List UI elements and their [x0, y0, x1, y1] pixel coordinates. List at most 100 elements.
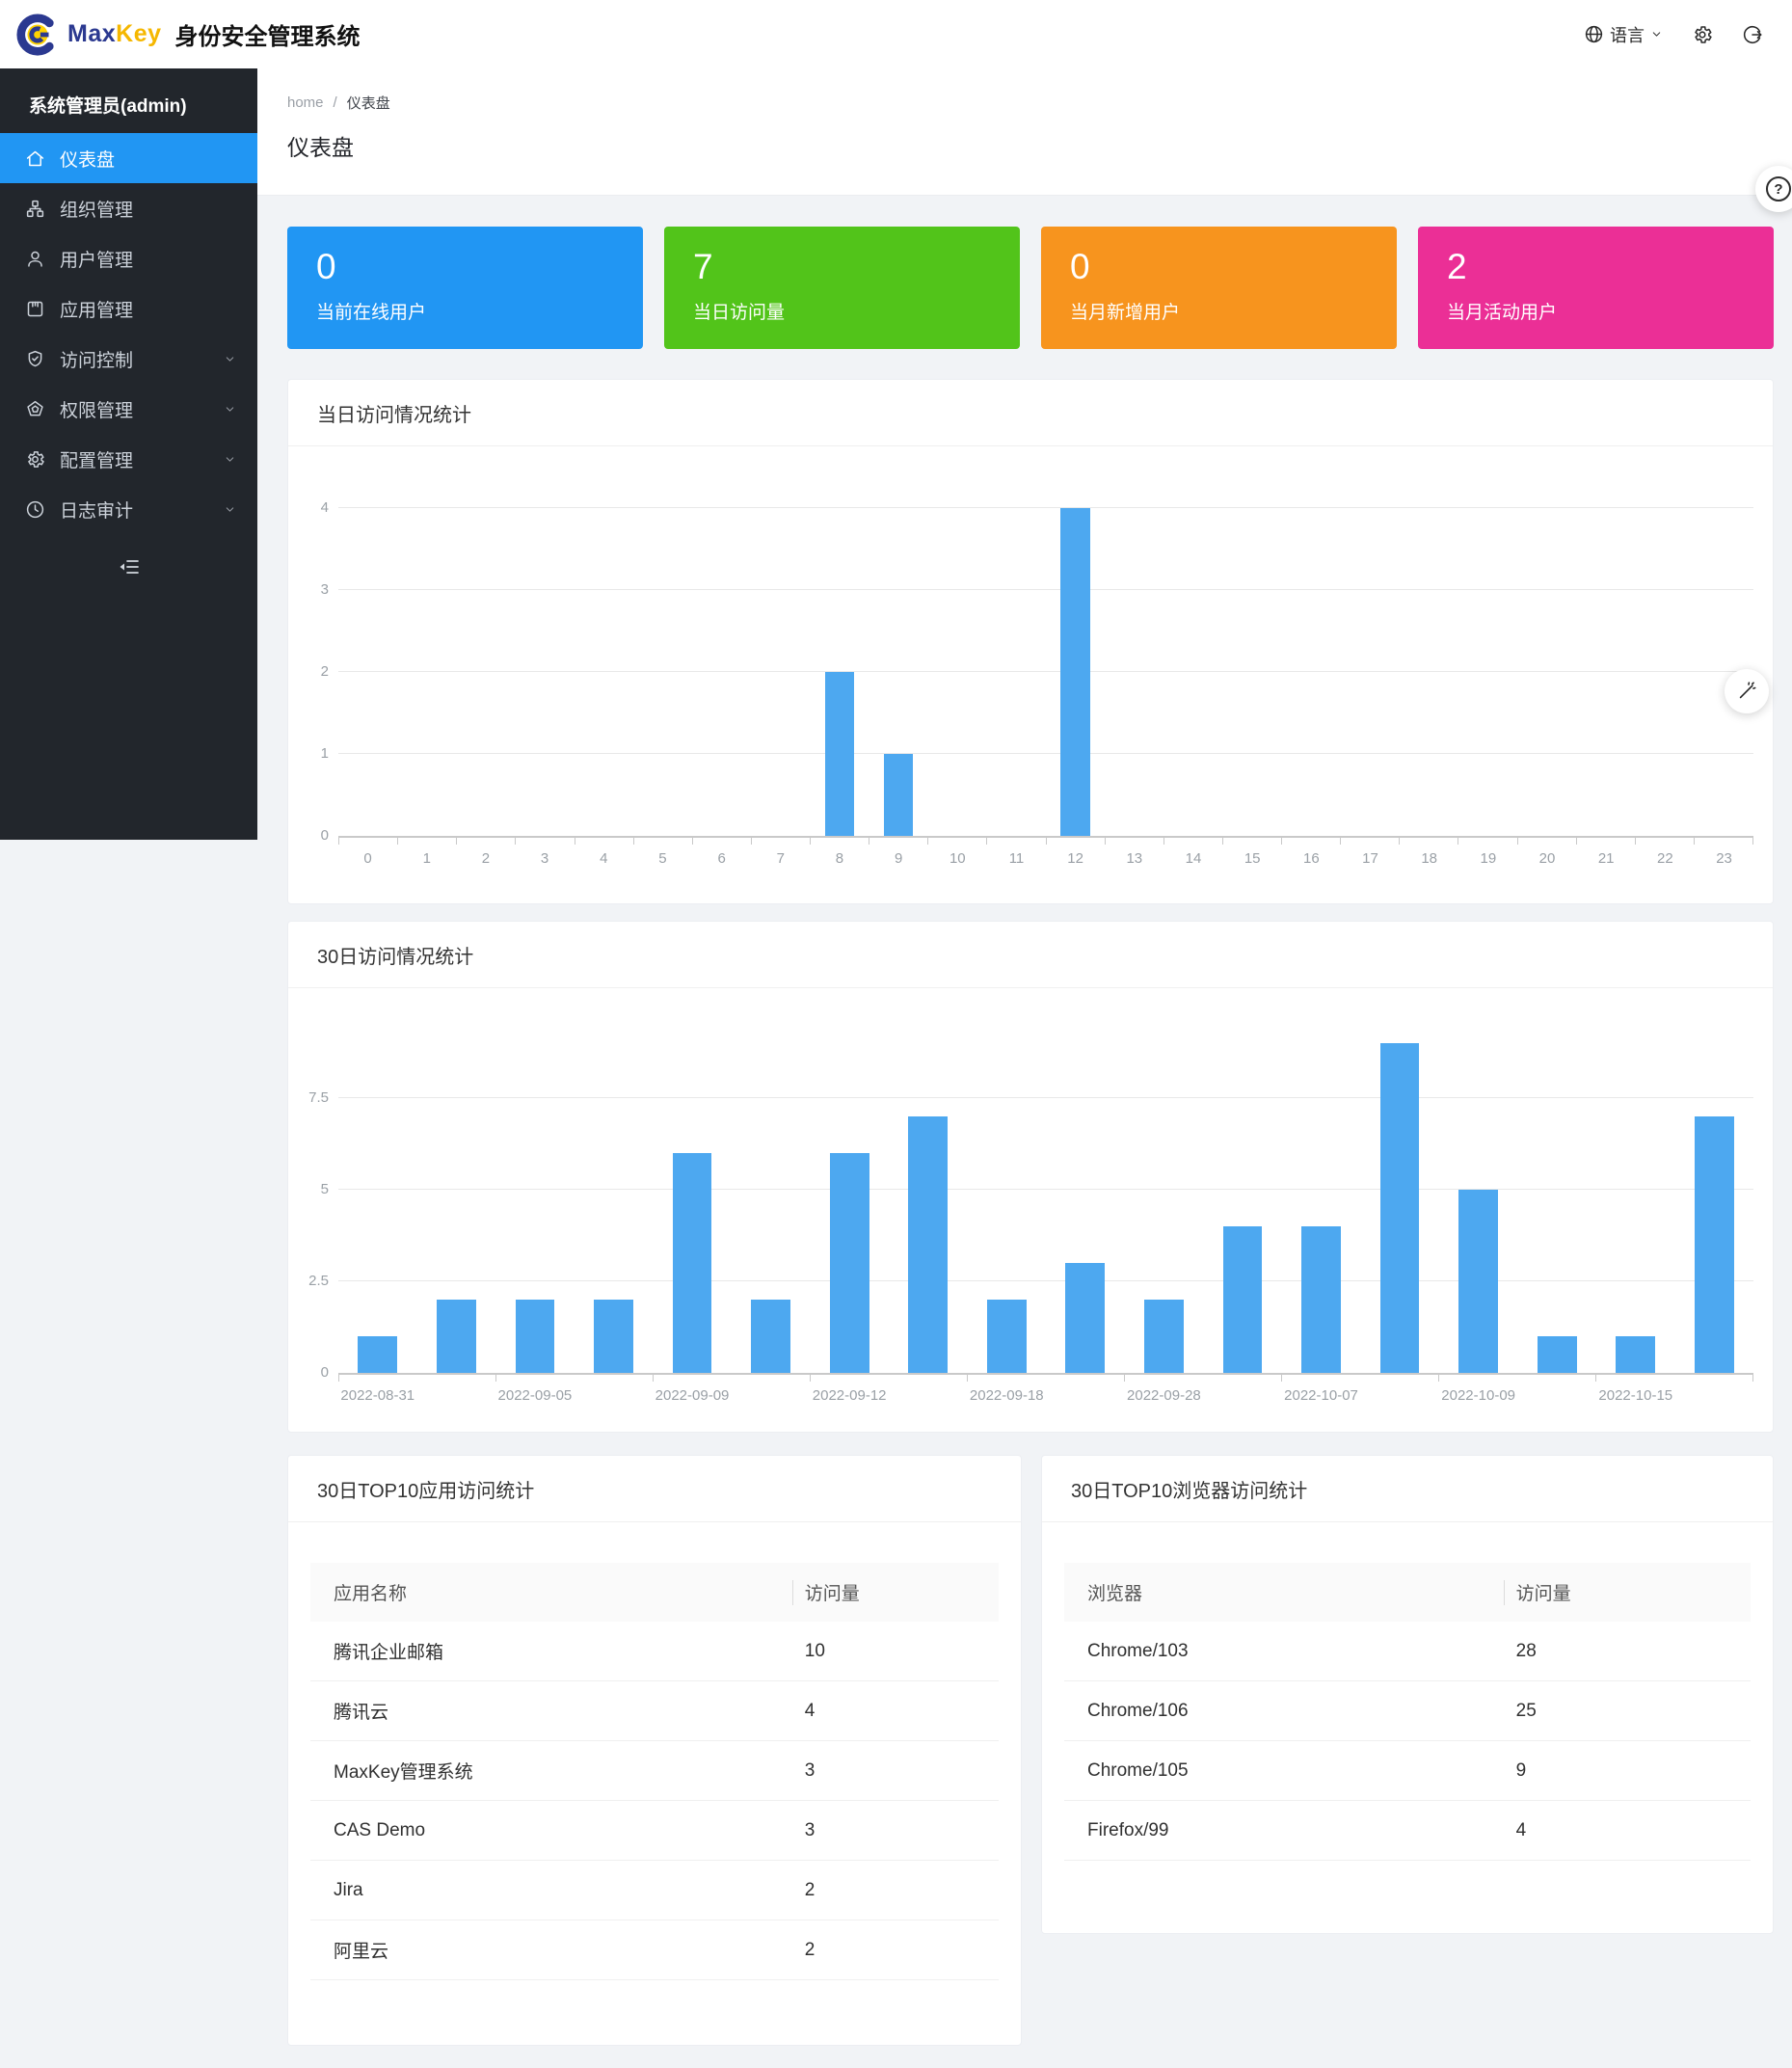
- cell-name: 腾讯云: [310, 1698, 792, 1724]
- x-axis-label: [575, 1387, 654, 1404]
- cell-name: Chrome/105: [1064, 1760, 1504, 1782]
- x-axis-label: 15: [1223, 850, 1282, 867]
- stat-value: 0: [316, 249, 643, 284]
- app-icon: [25, 299, 45, 319]
- x-axis-label: 2022-09-05: [495, 1387, 575, 1404]
- sidebar-item-users[interactable]: 用户管理: [0, 233, 257, 283]
- chart-bar: [1223, 1226, 1263, 1373]
- stat-value: 0: [1070, 249, 1397, 284]
- panel-top10-browsers: 30日TOP10浏览器访问统计 浏览器访问量Chrome/10328Chrome…: [1041, 1455, 1774, 1934]
- x-axis-label: 8: [810, 850, 869, 867]
- x-axis-label: 17: [1341, 850, 1400, 867]
- monthly-visits-chart: 02.557.52022-08-312022-09-052022-09-0920…: [288, 988, 1773, 1404]
- logout-icon: [1742, 24, 1763, 45]
- sidebar-item-access[interactable]: 访问控制: [0, 334, 257, 384]
- x-axis-label: [1360, 1387, 1439, 1404]
- sidebar-item-org[interactable]: 组织管理: [0, 183, 257, 233]
- breadcrumb-current: 仪表盘: [347, 93, 390, 113]
- cell-value: 9: [1504, 1760, 1751, 1782]
- stat-card: 7当日访问量: [664, 227, 1020, 349]
- x-axis-tick: [1203, 1375, 1282, 1382]
- x-axis-tick: [398, 838, 457, 845]
- x-axis-label: [1203, 1387, 1282, 1404]
- x-axis-label: 11: [987, 850, 1046, 867]
- x-axis-tick: [1223, 838, 1282, 845]
- cell-name: Firefox/99: [1064, 1820, 1504, 1841]
- chart-bar-slot: [1577, 510, 1636, 836]
- chart-bar-slot: [1596, 1008, 1675, 1373]
- sidebar-collapse-button[interactable]: [0, 544, 257, 590]
- panel-title: 当日访问情况统计: [288, 380, 1773, 446]
- x-axis-label: 16: [1282, 850, 1341, 867]
- chart-bar: [1458, 1190, 1498, 1373]
- column-header: 访问量: [1504, 1579, 1751, 1605]
- chart-bars: [338, 510, 1753, 836]
- x-axis-label: 5: [633, 850, 692, 867]
- y-axis-label: 2.5: [290, 1273, 329, 1289]
- sidebar-item-label: 日志审计: [60, 497, 133, 523]
- table-row: 腾讯企业邮箱10: [310, 1622, 999, 1681]
- table-header-row: 浏览器访问量: [1064, 1563, 1751, 1622]
- globe-icon: [1584, 24, 1604, 44]
- chart-bar: [516, 1300, 555, 1373]
- x-axis-label: [732, 1387, 811, 1404]
- cell-value: 3: [792, 1820, 999, 1841]
- chart-bar: [987, 1300, 1027, 1373]
- chart-bar-slot: [1282, 1008, 1361, 1373]
- magic-wand-icon: [1736, 681, 1757, 702]
- chart-bar-slot: [1282, 510, 1341, 836]
- audit-log-icon: [25, 499, 45, 520]
- chart-bar-slot: [1046, 1008, 1125, 1373]
- sidebar-item-apps[interactable]: 应用管理: [0, 283, 257, 334]
- x-axis-tick: [987, 838, 1046, 845]
- top10-browsers-table: 浏览器访问量Chrome/10328Chrome/10625Chrome/105…: [1064, 1563, 1751, 1861]
- magic-wand-button[interactable]: [1725, 669, 1769, 713]
- chart-bar-slot: [1105, 510, 1163, 836]
- content: 0当前在线用户7当日访问量0当月新增用户2当月活动用户 当日访问情况统计 012…: [257, 196, 1792, 2068]
- settings-button[interactable]: [1692, 24, 1713, 45]
- chart-bar-slot: [692, 510, 751, 836]
- breadcrumb-home-link[interactable]: home: [287, 94, 324, 111]
- chart-bar-slot: [810, 510, 869, 836]
- language-menu[interactable]: 语言: [1584, 22, 1663, 47]
- stat-card: 0当月新增用户: [1041, 227, 1397, 349]
- chevron-down-icon: [1650, 28, 1663, 40]
- panel-30day-visits: 30日访问情况统计 02.557.52022-08-312022-09-0520…: [287, 921, 1774, 1433]
- sidebar-item-audit[interactable]: 日志审计: [0, 484, 257, 534]
- panel-title: 30日访问情况统计: [288, 922, 1773, 988]
- chart-bar-slot: [869, 510, 928, 836]
- x-axis-label: 22: [1636, 850, 1695, 867]
- column-header: 浏览器: [1064, 1579, 1504, 1605]
- chart-bar-slot: [1203, 1008, 1282, 1373]
- x-axis-tick: [1596, 1375, 1674, 1382]
- x-axis-tick: [417, 1375, 496, 1382]
- x-axis-tick: [516, 838, 575, 845]
- x-axis-tick: [457, 838, 516, 845]
- sidebar-item-label: 组织管理: [60, 196, 133, 222]
- table-header-row: 应用名称访问量: [310, 1563, 999, 1622]
- cell-value: 28: [1504, 1641, 1751, 1662]
- logout-button[interactable]: [1742, 24, 1763, 45]
- sidebar-item-permissions[interactable]: 权限管理: [0, 384, 257, 434]
- table-row: Chrome/10328: [1064, 1622, 1751, 1681]
- chevron-down-icon: [224, 503, 236, 516]
- x-axis-label: 12: [1046, 850, 1105, 867]
- brand-logo: MaxKey 身份安全管理系统: [15, 13, 361, 57]
- sidebar-item-config[interactable]: 配置管理: [0, 434, 257, 484]
- x-axis-tick: [634, 838, 693, 845]
- x-axis-tick: [496, 1375, 575, 1382]
- x-axis-label: [1675, 1387, 1754, 1404]
- column-header: 应用名称: [310, 1579, 792, 1605]
- bottom-row: 30日TOP10应用访问统计 应用名称访问量腾讯企业邮箱10腾讯云4MaxKey…: [287, 1455, 1774, 2046]
- sidebar-item-label: 仪表盘: [60, 146, 115, 172]
- chevron-down-icon: [224, 353, 236, 365]
- y-axis-label: 0: [290, 1364, 329, 1381]
- cell-name: 阿里云: [310, 1937, 792, 1963]
- chart-bar: [825, 672, 855, 836]
- chart-bar-slot: [889, 1008, 968, 1373]
- x-axis-tick: [1106, 838, 1164, 845]
- gear-icon: [1692, 24, 1713, 45]
- panel-top10-apps: 30日TOP10应用访问统计 应用名称访问量腾讯企业邮箱10腾讯云4MaxKey…: [287, 1455, 1022, 2046]
- x-axis-tick: [1047, 838, 1106, 845]
- sidebar-item-dashboard[interactable]: 仪表盘: [0, 133, 257, 183]
